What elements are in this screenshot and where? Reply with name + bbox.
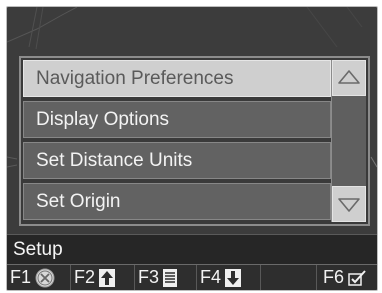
page-title: Setup xyxy=(13,239,63,260)
triangle-down-icon xyxy=(338,198,360,212)
f1-cancel-key[interactable]: F1 xyxy=(7,265,71,290)
scroll-up-button[interactable] xyxy=(332,60,366,96)
menu-item-set-origin[interactable]: Set Origin xyxy=(23,183,331,220)
fkey-label: F4 xyxy=(200,267,222,287)
menu-item-label: Display Options xyxy=(36,109,170,130)
f6-confirm-key[interactable]: F6 xyxy=(317,265,377,290)
menu-item-display-options[interactable]: Display Options xyxy=(23,101,331,138)
menu-scrollbar[interactable] xyxy=(331,60,366,222)
fkey-label: F6 xyxy=(323,267,345,287)
fkey-label: F2 xyxy=(74,267,96,287)
device-screen: Navigation Preferences Display Options S… xyxy=(6,6,378,291)
cancel-circle-icon xyxy=(35,268,55,287)
checkbox-check-icon xyxy=(348,269,366,286)
menu-item-set-distance-units[interactable]: Set Distance Units xyxy=(23,142,331,179)
title-bar: Setup xyxy=(7,234,377,264)
f2-up-key[interactable]: F2 xyxy=(71,265,135,290)
menu-item-label: Navigation Preferences xyxy=(36,68,234,89)
setup-menu: Navigation Preferences Display Options S… xyxy=(19,56,370,226)
f5-empty-key xyxy=(261,265,317,290)
menu-item-navigation-preferences[interactable]: Navigation Preferences xyxy=(23,60,331,97)
arrow-up-icon xyxy=(99,268,116,287)
list-icon xyxy=(163,268,178,287)
menu-item-label: Set Distance Units xyxy=(36,150,193,171)
f3-list-key[interactable]: F3 xyxy=(135,265,197,290)
arrow-down-icon xyxy=(225,268,242,287)
triangle-up-icon xyxy=(338,70,360,84)
f4-down-key[interactable]: F4 xyxy=(197,265,261,290)
fkey-label: F3 xyxy=(138,267,160,287)
fkey-label: F1 xyxy=(10,267,32,287)
function-key-bar: F1 F2 F3 F4 F6 xyxy=(7,264,377,290)
scroll-down-button[interactable] xyxy=(332,186,366,222)
menu-item-label: Set Origin xyxy=(36,191,121,212)
